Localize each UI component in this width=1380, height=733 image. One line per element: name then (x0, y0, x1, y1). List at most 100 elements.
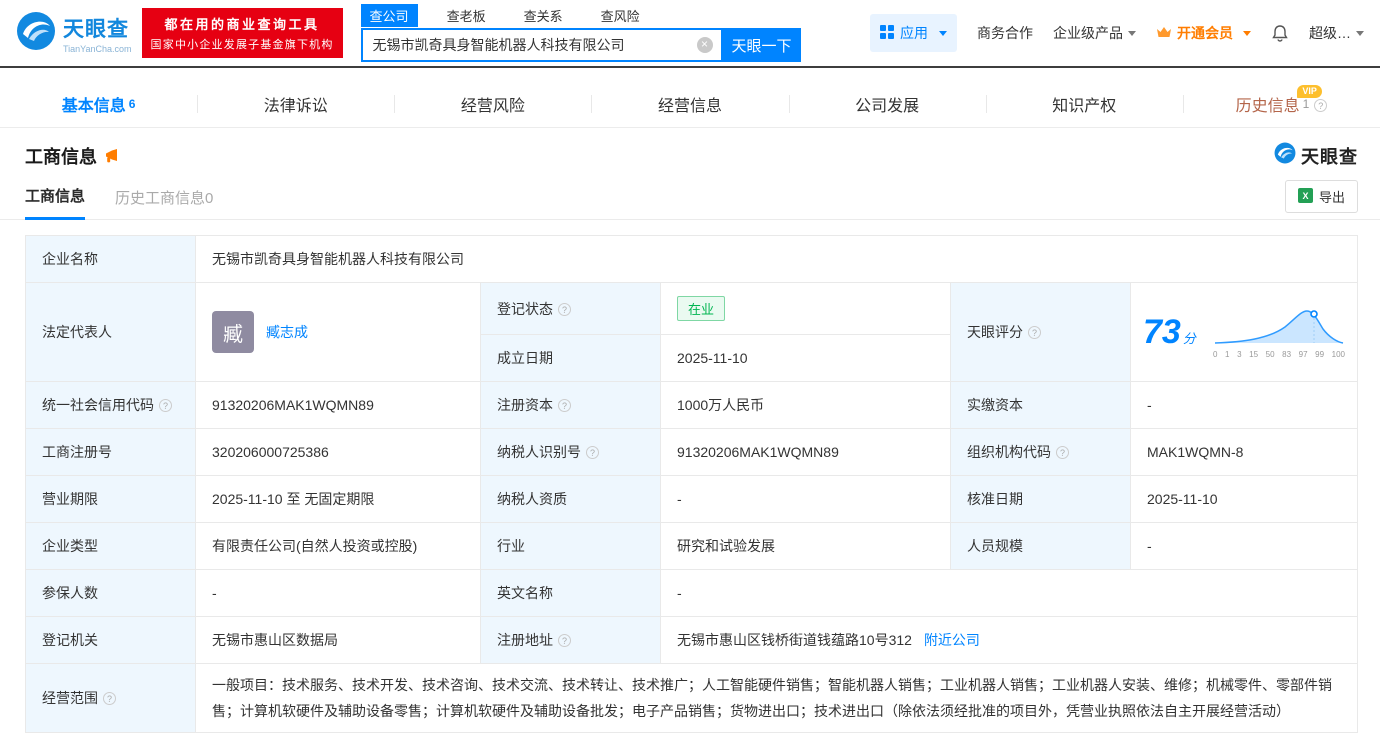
table-row: 法定代表人 臧 臧志成 登记状态 在业 天眼评分 73分 (25, 282, 1358, 382)
reg-capital-value: 1000万人民币 (660, 381, 951, 429)
link-business-cooperation[interactable]: 商务合作 (977, 23, 1033, 43)
nearby-companies-link[interactable]: 附近公司 (924, 632, 980, 648)
tab-history-info[interactable]: VIP 历史信息 1 (1182, 80, 1380, 127)
tab-label: 法律诉讼 (263, 97, 328, 115)
promo-line1: 都在用的商业查询工具 (164, 17, 320, 32)
legal-rep-label: 法定代表人 (25, 282, 196, 382)
field-label: 登记机关 (42, 632, 98, 648)
establish-date-value: 2025-11-10 (660, 334, 951, 382)
tab-intellectual-property[interactable]: 知识产权 (985, 80, 1183, 127)
table-row: 统一社会信用代码 91320206MAK1WQMN89 注册资本 1000万人民… (25, 381, 1358, 429)
taxpayer-quality-label: 纳税人资质 (480, 475, 661, 523)
help-icon[interactable] (1314, 99, 1328, 112)
tab-operating-risk[interactable]: 经营风险 (394, 80, 591, 127)
tyc-score-cell: 73 分 0 1 3 15 50 83 97 99 100 (1130, 282, 1358, 382)
tyc-score-label: 天眼评分 (950, 282, 1131, 382)
subtab-history-business-info[interactable]: 历史工商信息0 (115, 179, 213, 219)
reg-status-value: 在业 (660, 282, 951, 335)
industry-label: 行业 (480, 522, 661, 570)
table-row: 工商注册号 320206000725386 纳税人识别号 91320206MAK… (25, 428, 1358, 476)
crown-icon (1156, 25, 1172, 41)
chevron-down-icon (1128, 30, 1136, 36)
score-number: 73 (1143, 312, 1181, 351)
field-label: 纳税人资质 (497, 491, 567, 507)
header-right-nav: 应用 商务合作 企业级产品 开通会员 超级… (870, 14, 1364, 52)
enterprise-products-label: 企业级产品 (1053, 25, 1123, 41)
search-input[interactable] (362, 30, 721, 60)
apps-button[interactable]: 应用 (870, 14, 957, 52)
help-icon[interactable] (1028, 326, 1041, 339)
english-name-label: 英文名称 (480, 569, 661, 617)
search-button[interactable]: 天眼一下 (722, 28, 801, 62)
account-menu[interactable]: 超级… (1309, 23, 1364, 43)
vip-upgrade-link[interactable]: 开通会员 (1156, 23, 1251, 43)
paid-capital-label: 实缴资本 (950, 381, 1131, 429)
tab-company-development[interactable]: 公司发展 (788, 80, 986, 127)
business-term-label: 营业期限 (25, 475, 196, 523)
link-enterprise-products[interactable]: 企业级产品 (1053, 23, 1136, 43)
taxpayer-id-value: 91320206MAK1WQMN89 (660, 428, 951, 476)
help-icon[interactable] (558, 634, 571, 647)
tab-basic-info[interactable]: 基本信息 6 (0, 80, 197, 127)
taxpayer-quality-value: - (660, 475, 951, 523)
help-icon[interactable] (586, 446, 599, 459)
field-label: 企业类型 (42, 538, 98, 554)
field-label: 注册资本 (497, 397, 553, 413)
field-label: 登记状态 (497, 300, 553, 317)
help-icon[interactable] (558, 302, 571, 316)
org-code-label: 组织机构代码 (950, 428, 1131, 476)
company-type-label: 企业类型 (25, 522, 196, 570)
tab-operating-info[interactable]: 经营信息 (591, 80, 788, 127)
field-label: 法定代表人 (42, 324, 112, 340)
business-info-table: 企业名称 无锡市凯奇具身智能机器人科技有限公司 法定代表人 臧 臧志成 登记状态… (25, 235, 1358, 733)
legal-rep-name-link[interactable]: 臧志成 (266, 322, 308, 342)
field-label: 核准日期 (967, 491, 1023, 507)
search-tab-risk[interactable]: 查风险 (592, 4, 649, 27)
help-icon[interactable] (1056, 446, 1069, 459)
paid-capital-value: - (1130, 381, 1358, 429)
field-label: 纳税人识别号 (497, 444, 581, 460)
field-label: 参保人数 (42, 585, 98, 601)
score-distribution-chart: 0 1 3 15 50 83 97 99 100 (1213, 305, 1345, 359)
field-label: 天眼评分 (967, 324, 1023, 340)
help-icon[interactable] (103, 692, 116, 705)
tab-legal-proceedings[interactable]: 法律诉讼 (197, 80, 394, 127)
staff-size-value: - (1130, 522, 1358, 570)
industry-value: 研究和试验发展 (660, 522, 951, 570)
help-icon[interactable] (159, 399, 172, 412)
search-tab-boss[interactable]: 查老板 (438, 4, 495, 27)
top-header: 天眼查 TianYanCha.com 都在用的商业查询工具 国家中小企业发展子基… (0, 0, 1380, 66)
table-row: 营业期限 2025-11-10 至 无固定期限 纳税人资质 - 核准日期 202… (25, 475, 1358, 523)
section-brand-text: 天眼查 (1301, 146, 1358, 167)
clear-icon[interactable] (696, 37, 713, 53)
help-icon[interactable] (558, 399, 571, 412)
chevron-down-icon (1356, 30, 1364, 36)
field-label: 营业期限 (42, 491, 98, 507)
header-divider (0, 66, 1380, 68)
vip-badge: VIP (1297, 85, 1322, 98)
reg-number-value: 320206000725386 (195, 428, 481, 476)
notification-bell-icon[interactable] (1271, 24, 1289, 42)
export-button[interactable]: X 导出 (1284, 180, 1358, 213)
search-tab-company[interactable]: 查公司 (360, 3, 418, 27)
staff-size-label: 人员规模 (950, 522, 1131, 570)
legal-rep-avatar[interactable]: 臧 (212, 311, 254, 353)
tianyancha-logo[interactable]: 天眼查 TianYanCha.com (16, 11, 132, 56)
subtabs: 工商信息 历史工商信息0 X 导出 (0, 177, 1380, 220)
section-brand-logo[interactable]: 天眼查 (1274, 142, 1358, 169)
business-scope-label: 经营范围 (25, 663, 196, 733)
subtab-business-info[interactable]: 工商信息 (25, 177, 86, 220)
excel-icon: X (1297, 187, 1313, 206)
english-name-value: - (660, 569, 1358, 617)
score-axis-ticks: 0 1 3 15 50 83 97 99 100 (1213, 350, 1345, 359)
reg-address-label: 注册地址 (480, 616, 661, 664)
main-nav-tabs: 基本信息 6 法律诉讼 经营风险 经营信息 公司发展 知识产权 VIP 历史信息 1 (0, 80, 1380, 128)
field-label: 企业名称 (42, 251, 98, 267)
org-code-value: MAK1WQMN-8 (1130, 428, 1358, 476)
search-tab-relation[interactable]: 查关系 (515, 4, 572, 27)
status-badge: 在业 (677, 296, 726, 321)
approval-date-label: 核准日期 (950, 475, 1131, 523)
credit-code-value: 91320206MAK1WQMN89 (195, 381, 481, 429)
field-label: 统一社会信用代码 (42, 397, 154, 413)
reg-capital-label: 注册资本 (480, 381, 661, 429)
